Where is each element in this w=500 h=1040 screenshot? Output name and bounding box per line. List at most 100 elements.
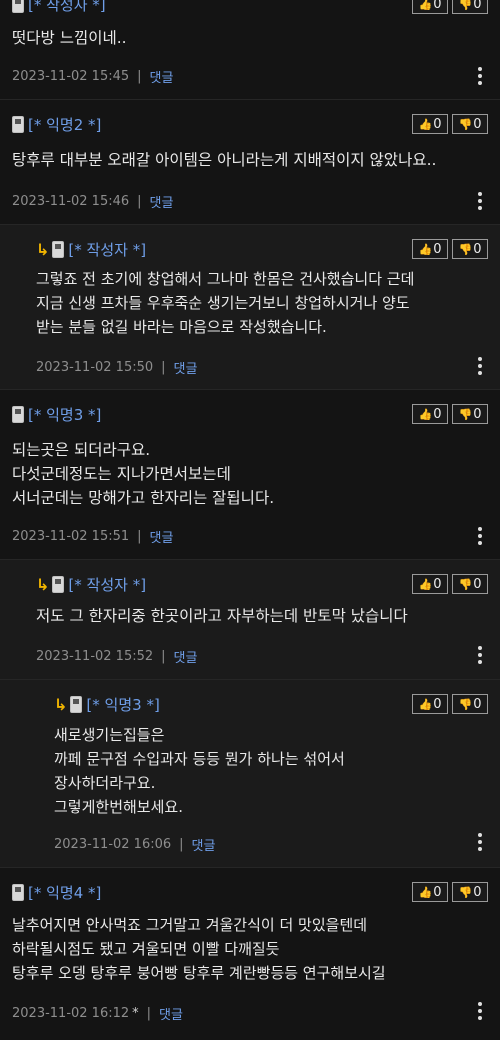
meta-divider: | <box>161 360 166 375</box>
thumbs-up-icon: 👍 <box>418 407 433 421</box>
thumbs-up-icon: 👍 <box>418 577 433 591</box>
comment-author[interactable]: [* 익명3 *] <box>86 694 159 715</box>
meta-divider: | <box>161 649 166 664</box>
comment-timestamp: 2023-11-02 15:52 <box>36 649 154 664</box>
downvote-count: 0 <box>473 116 482 132</box>
upvote-count: 0 <box>433 406 442 422</box>
upvote-button[interactable]: 👍 0 <box>412 239 448 259</box>
downvote-button[interactable]: 👎 0 <box>452 574 488 594</box>
reply-link[interactable]: 댓글 <box>174 358 198 377</box>
upvote-button[interactable]: 👍 0 <box>412 404 448 424</box>
comment-item: [* 익명2 *] 👍 0 👎 0 탕후루 대부분 오래갈 아이템은 아니라는게 지… <box>0 100 500 225</box>
upvote-count: 0 <box>433 696 442 712</box>
reply-item: ↳ [* 작성자 *] 👍 0 👎 0 그렇죠 전 초기에 창업해서 그나마 한몸은… <box>0 225 500 390</box>
downvote-button[interactable]: 👎 0 <box>452 0 488 14</box>
upvote-button[interactable]: 👍 0 <box>412 574 448 594</box>
more-vertical-icon[interactable] <box>478 1002 482 1020</box>
comment-timestamp: 2023-11-02 15:50 <box>36 360 154 375</box>
thumbs-down-icon: 👎 <box>458 407 473 421</box>
mobile-phone-icon <box>52 240 65 258</box>
upvote-button[interactable]: 👍 0 <box>412 114 448 134</box>
meta-divider: | <box>146 1006 152 1021</box>
reply-item: ↳ [* 익명3 *] 👍 0 👎 0 새로생기는집들은 까페 문구점 수입과자 등… <box>0 680 500 868</box>
reply-arrow-icon: ↳ <box>54 694 68 714</box>
meta-divider: | <box>137 194 142 209</box>
comment-timestamp: 2023-11-02 16:12 <box>12 1006 130 1021</box>
downvote-count: 0 <box>473 241 482 257</box>
downvote-count: 0 <box>473 0 482 12</box>
upvote-button[interactable]: 👍 0 <box>412 0 448 14</box>
thumbs-down-icon: 👎 <box>458 242 473 256</box>
thumbs-down-icon: 👎 <box>458 117 473 131</box>
downvote-count: 0 <box>473 884 482 900</box>
upvote-button[interactable]: 👍 0 <box>412 882 448 902</box>
downvote-button[interactable]: 👎 0 <box>452 239 488 259</box>
comment-item: [* 익명4 *] 👍 0 👎 0 날추어지면 안사먹죠 그거말고 겨울간식이 더 … <box>0 868 500 1040</box>
reply-item: ↳ [* 작성자 *] 👍 0 👎 0 저도 그 한자리중 한곳이라고 자부하는데 … <box>0 560 500 680</box>
mobile-phone-icon <box>70 695 83 713</box>
downvote-button[interactable]: 👎 0 <box>452 882 488 902</box>
comment-author[interactable]: [* 익명4 *] <box>28 882 101 903</box>
more-vertical-icon[interactable] <box>478 67 482 85</box>
comment-author[interactable]: [* 익명3 *] <box>28 404 101 425</box>
comment-author[interactable]: [* 작성자 *] <box>68 239 146 260</box>
thumbs-down-icon: 👎 <box>458 885 473 899</box>
comment-timestamp: 2023-11-02 16:06 <box>54 837 172 852</box>
comment-text: 새로생기는집들은 까페 문구점 수입과자 등등 뭔가 하나는 섞어서 장사하더라… <box>54 726 345 816</box>
reply-arrow-icon: ↳ <box>36 239 50 259</box>
reply-link[interactable]: 댓글 <box>192 835 216 854</box>
comment-text: 탕후루 대부분 오래갈 아이템은 아니라는게 지배적이지 않았나요.. <box>12 151 437 169</box>
mobile-phone-icon <box>12 0 24 13</box>
reply-link[interactable]: 댓글 <box>150 67 174 86</box>
reply-link[interactable]: 댓글 <box>174 647 198 666</box>
comment-author[interactable]: [* 작성자 *] <box>28 0 106 15</box>
comment-timestamp: 2023-11-02 15:51 <box>12 529 130 544</box>
mobile-phone-icon <box>12 405 24 423</box>
thumbs-up-icon: 👍 <box>418 697 433 711</box>
comment-text: 되는곳은 되더라구요. 다섯군데정도는 지나가면서보는데 서너군데는 망해가고 … <box>12 441 275 507</box>
meta-divider: | <box>137 529 142 544</box>
downvote-button[interactable]: 👎 0 <box>452 404 488 424</box>
comment-text: 날추어지면 안사먹죠 그거말고 겨울간식이 더 맛있을텐데 하락될시점도 됐고 … <box>12 916 386 982</box>
downvote-button[interactable]: 👎 0 <box>452 694 488 714</box>
thumbs-up-icon: 👍 <box>418 0 433 11</box>
comment-author[interactable]: [* 익명2 *] <box>28 114 101 135</box>
comment-author[interactable]: [* 작성자 *] <box>68 574 146 595</box>
downvote-count: 0 <box>473 406 482 422</box>
comment-text: 그렇죠 전 초기에 창업해서 그나마 한몸은 건사했습니다 근데 지금 신생 프… <box>36 270 415 336</box>
mobile-phone-icon <box>12 115 24 133</box>
upvote-count: 0 <box>433 116 442 132</box>
more-vertical-icon[interactable] <box>478 357 482 375</box>
reply-link[interactable]: 댓글 <box>159 1004 183 1023</box>
mobile-phone-icon <box>52 575 65 593</box>
reply-link[interactable]: 댓글 <box>150 527 174 546</box>
more-vertical-icon[interactable] <box>478 192 482 210</box>
thumbs-up-icon: 👍 <box>418 885 433 899</box>
comment-item: [* 익명3 *] 👍 0 👎 0 되는곳은 되더라구요. 다섯군데정도는 지나가면… <box>0 390 500 560</box>
meta-divider: | <box>137 69 142 84</box>
downvote-button[interactable]: 👎 0 <box>452 114 488 134</box>
comment-text: 저도 그 한자리중 한곳이라고 자부하는데 반토막 났습니다 <box>36 607 408 625</box>
mobile-phone-icon <box>12 883 24 901</box>
more-vertical-icon[interactable] <box>478 527 482 545</box>
thumbs-down-icon: 👎 <box>458 577 473 591</box>
more-vertical-icon[interactable] <box>478 646 482 664</box>
thumbs-down-icon: 👎 <box>458 0 473 11</box>
upvote-count: 0 <box>433 576 442 592</box>
thumbs-down-icon: 👎 <box>458 697 473 711</box>
reply-link[interactable]: 댓글 <box>150 192 174 211</box>
meta-divider: | <box>179 837 184 852</box>
upvote-count: 0 <box>433 241 442 257</box>
comment-timestamp: 2023-11-02 15:46 <box>12 194 130 209</box>
thumbs-up-icon: 👍 <box>418 117 433 131</box>
downvote-count: 0 <box>473 576 482 592</box>
more-vertical-icon[interactable] <box>478 833 482 851</box>
comment-text: 떳다방 느낌이네.. <box>12 29 127 47</box>
reply-arrow-icon: ↳ <box>36 574 50 594</box>
upvote-button[interactable]: 👍 0 <box>412 694 448 714</box>
edited-marker: * <box>132 1006 139 1021</box>
upvote-count: 0 <box>433 884 442 900</box>
upvote-count: 0 <box>433 0 442 12</box>
downvote-count: 0 <box>473 696 482 712</box>
comment-timestamp: 2023-11-02 15:45 <box>12 69 130 84</box>
